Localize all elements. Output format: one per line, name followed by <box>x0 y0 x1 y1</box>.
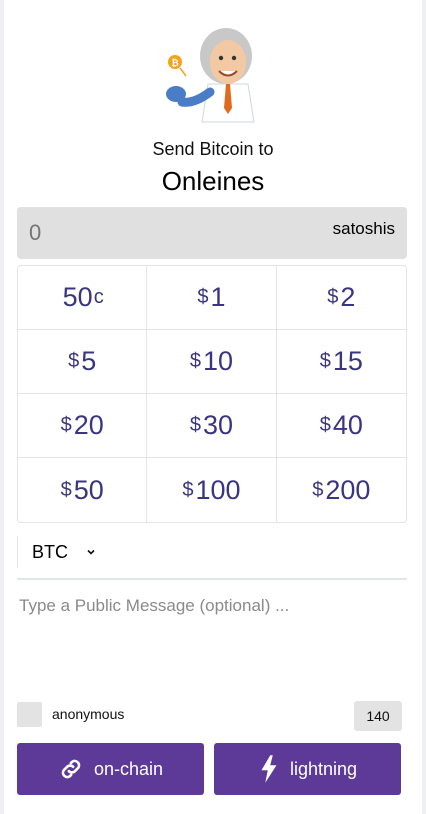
currency-select[interactable]: BTC <box>17 536 137 568</box>
preset-button[interactable]: $40 <box>276 394 406 458</box>
lightning-button[interactable]: lightning <box>214 743 401 795</box>
tipper-avatar-icon: ₿ <box>166 28 255 123</box>
chevron-down-icon <box>87 549 95 555</box>
preset-button[interactable]: $100 <box>147 458 277 522</box>
preset-button[interactable]: $5 <box>18 330 148 394</box>
left-border <box>0 0 4 814</box>
preset-button[interactable]: $30 <box>147 394 277 458</box>
preset-button[interactable]: $2 <box>276 266 406 330</box>
preset-button[interactable]: $15 <box>276 330 406 394</box>
svg-text:₿: ₿ <box>171 58 178 68</box>
preset-button[interactable]: $1 <box>147 266 277 330</box>
send-subtitle: Send Bitcoin to <box>152 139 274 159</box>
anonymous-checkbox[interactable] <box>17 701 42 727</box>
onchain-label: on-chain <box>93 758 164 779</box>
divider <box>17 578 407 580</box>
lightning-label: lightning <box>289 758 358 779</box>
preset-button[interactable]: 50 c <box>18 266 148 330</box>
onchain-button[interactable]: on-chain <box>17 743 204 795</box>
currency-value: BTC <box>32 541 68 562</box>
amount-input[interactable] <box>17 207 333 259</box>
anonymous-row: anonymous 140 <box>17 701 407 731</box>
preset-button[interactable]: $20 <box>18 394 148 458</box>
preset-button[interactable]: $50 <box>18 458 148 522</box>
preset-button[interactable]: $200 <box>277 458 406 522</box>
public-message-input[interactable] <box>17 594 407 684</box>
preset-amount-grid: 50 c $1 $2 $5 $10 $15 $20 $30 $40 $50 $10… <box>17 265 407 523</box>
amount-box: satoshis <box>17 207 407 259</box>
char-counter: 140 <box>354 701 402 731</box>
anonymous-label: anonymous <box>52 706 125 722</box>
preset-button[interactable]: $10 <box>147 330 277 394</box>
right-border <box>422 0 426 814</box>
amount-unit: satoshis <box>332 219 395 238</box>
lightning-bolt-icon <box>261 755 277 783</box>
recipient-name: Onleines <box>161 166 265 196</box>
link-icon <box>61 759 81 779</box>
